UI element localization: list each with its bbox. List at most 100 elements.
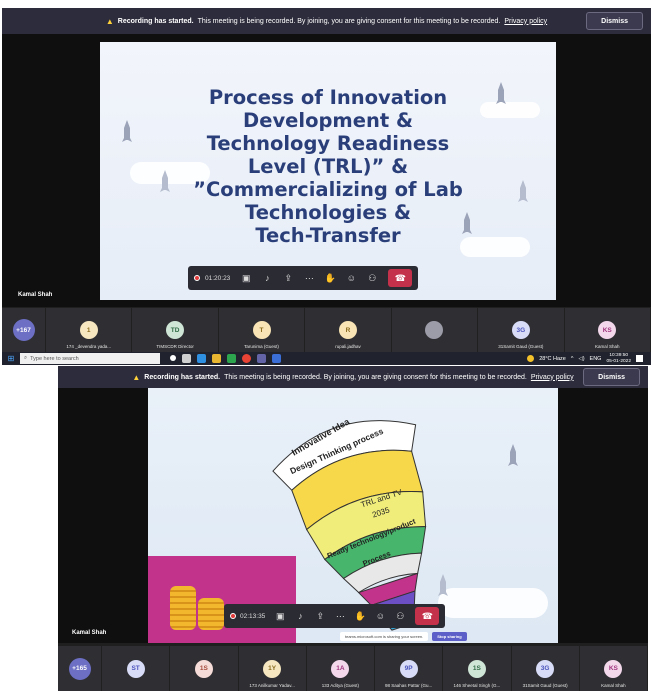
recording-banner: ▲ Recording has started. This meeting is… — [2, 8, 651, 34]
clock-time: 10:39:50 — [609, 353, 629, 359]
reactions-icon[interactable]: ☺ — [346, 273, 356, 283]
participant-avatar: R — [338, 321, 357, 339]
participant-name: 174 _devendra yada... — [66, 344, 112, 349]
participant-name: 133 Aditya (Guest) — [321, 683, 360, 688]
participant-name: 146 Sheetal Singh (G... — [453, 683, 501, 688]
participant-tile[interactable]: TD TIMSCDR Director — [132, 308, 219, 352]
app-icon[interactable] — [272, 354, 281, 363]
more-participants-tile[interactable]: +165 — [58, 646, 102, 691]
recording-banner-bold: Recording has started. — [117, 17, 194, 25]
presentation-slide: Process of Innovation Development & Tech… — [100, 42, 556, 300]
presenter-name-tag: Kamal Shah — [18, 292, 53, 298]
participant-tile[interactable]: ST — [102, 646, 171, 691]
store-icon[interactable] — [227, 354, 236, 363]
share-screen-icon[interactable]: ⇪ — [315, 611, 325, 621]
taskbar-clock[interactable]: 10:39:50 05-01-2022 — [606, 353, 631, 364]
participant-name: 98 Saahas Pattar (Gu... — [384, 683, 433, 688]
leave-call-button[interactable]: ☎ — [388, 269, 413, 287]
windows-taskbar: ⊞ ⌕ Type here to search 28°C Haze ^ ◁) E… — [2, 352, 651, 365]
participant-tiles: 1 174 _devendra yada... TD TIMSCDR Director… — [46, 308, 651, 352]
notification-icon[interactable] — [636, 355, 643, 362]
participant-tile[interactable]: 9P 98 Saahas Pattar (Gu... — [375, 646, 444, 691]
widgets-icon[interactable] — [182, 354, 191, 363]
dismiss-button[interactable]: Dismiss — [586, 12, 643, 30]
language-indicator[interactable]: ENG — [590, 356, 602, 362]
recording-banner-bold: Recording has started. — [144, 373, 221, 381]
privacy-policy-link[interactable]: Privacy policy — [504, 18, 547, 25]
participant-name: 173 Anilkumar Yadav... — [249, 683, 295, 688]
edge-browser-icon[interactable] — [197, 354, 206, 363]
participant-name: TIMSCDR Director — [156, 344, 194, 349]
clock-date: 05-01-2022 — [606, 358, 631, 364]
rocket-icon — [508, 444, 518, 466]
weather-text: 28°C Haze — [539, 355, 566, 362]
leave-call-button[interactable]: ☎ — [415, 607, 440, 625]
stop-sharing-button[interactable]: Stop sharing — [432, 632, 467, 641]
file-explorer-icon[interactable] — [212, 354, 221, 363]
mic-off-icon[interactable]: ♪ — [295, 611, 305, 621]
meeting-timer: 02:13:35 — [240, 612, 266, 620]
shared-content-stage: Innovative Idea Design Thinking process … — [58, 388, 648, 643]
privacy-policy-link[interactable]: Privacy policy — [531, 374, 574, 381]
participant-avatar: 1S — [194, 659, 213, 678]
participant-avatar: KS — [598, 321, 617, 339]
participant-avatar: 3G — [536, 659, 555, 678]
warning-icon: ▲ — [105, 16, 114, 26]
camera-off-icon[interactable]: ▣ — [275, 611, 285, 621]
recording-indicator-icon — [194, 275, 200, 281]
windows-start-icon[interactable]: ⊞ — [2, 352, 20, 365]
participant-avatar: 1A — [331, 659, 350, 678]
raise-hand-icon[interactable]: ✋ — [355, 611, 366, 621]
participant-tile[interactable]: 1Y 173 Anilkumar Yadav... — [238, 646, 307, 691]
tray-chevron-icon[interactable]: ^ — [571, 356, 574, 362]
meeting-control-bar: 02:13:35 ▣ ♪ ⇪ ⋯ ✋ ☺ ⚇ ☎ — [224, 604, 446, 628]
teams-meeting-screenshot-2: ▲ Recording has started. This meeting is… — [58, 366, 648, 691]
recording-banner-text: This meeting is being recorded. By joini… — [224, 373, 527, 381]
participant-tile[interactable]: 1S — [170, 646, 239, 691]
camera-off-icon[interactable]: ▣ — [241, 273, 251, 283]
participants-icon[interactable]: ⚇ — [367, 273, 377, 283]
recording-indicator-icon — [230, 613, 236, 619]
participant-tile[interactable]: 3G 31Samit Gaud (Guest) — [478, 308, 565, 352]
recording-banner-text: This meeting is being recorded. By joini… — [197, 17, 501, 25]
chrome-icon[interactable] — [242, 354, 251, 363]
taskbar-search-box[interactable]: ⌕ Type here to search — [20, 353, 160, 364]
participant-tile[interactable]: KS Kamal Shah — [564, 308, 651, 352]
participant-avatar: T — [252, 321, 271, 339]
participant-name: rupali.jadhav — [335, 344, 361, 349]
mic-off-icon[interactable]: ♪ — [262, 273, 272, 283]
participant-tiles: ST 1S 1Y 173 Anilkumar Yadav... 1A 133 Aditya… — [102, 646, 648, 691]
teams-icon[interactable] — [257, 354, 266, 363]
participant-tile[interactable]: Rrupali.jadhav — [305, 308, 392, 352]
more-participants-tile[interactable]: +167 — [2, 308, 46, 352]
participant-tile[interactable] — [391, 308, 479, 352]
participant-tile[interactable]: KS Kamal Shah — [579, 646, 648, 691]
search-icon: ⌕ — [24, 355, 28, 361]
system-tray: 28°C Haze ^ ◁) ENG 10:39:50 05-01-2022 — [527, 353, 651, 364]
more-participants-count: +167 — [12, 319, 35, 341]
participant-tile[interactable]: T Tarunima (Guest) — [218, 308, 306, 352]
more-options-icon[interactable]: ⋯ — [304, 273, 314, 283]
volume-icon[interactable]: ◁) — [578, 356, 584, 362]
screen-sharing-text: teams.microsoft.com is sharing your scre… — [340, 632, 429, 641]
participant-tile[interactable]: 1A 133 Aditya (Guest) — [306, 646, 375, 691]
raise-hand-icon[interactable]: ✋ — [325, 273, 336, 283]
slide-title: Process of Innovation Development & Tech… — [193, 86, 463, 247]
participant-avatar: 9P — [399, 659, 418, 678]
participant-avatar: KS — [604, 659, 623, 678]
participant-avatar: TD — [166, 321, 185, 339]
screen-sharing-notice: teams.microsoft.com is sharing your scre… — [340, 632, 467, 641]
task-view-icon[interactable] — [170, 355, 176, 361]
dismiss-button[interactable]: Dismiss — [583, 368, 640, 386]
more-options-icon[interactable]: ⋯ — [335, 611, 345, 621]
reactions-icon[interactable]: ☺ — [375, 611, 385, 621]
participant-avatar: 3G — [511, 321, 530, 339]
share-screen-icon[interactable]: ⇪ — [283, 273, 293, 283]
participant-name: Kamal Shah — [594, 344, 620, 349]
participant-tile[interactable]: 1 174 _devendra yada... — [46, 308, 133, 352]
recording-banner: ▲ Recording has started. This meeting is… — [58, 366, 648, 388]
participant-tile[interactable]: 1S 146 Sheetal Singh (G... — [443, 646, 512, 691]
coin-stack — [170, 586, 196, 630]
participants-icon[interactable]: ⚇ — [395, 611, 405, 621]
participant-tile[interactable]: 3G 31Samit Gaud (Guest) — [511, 646, 580, 691]
